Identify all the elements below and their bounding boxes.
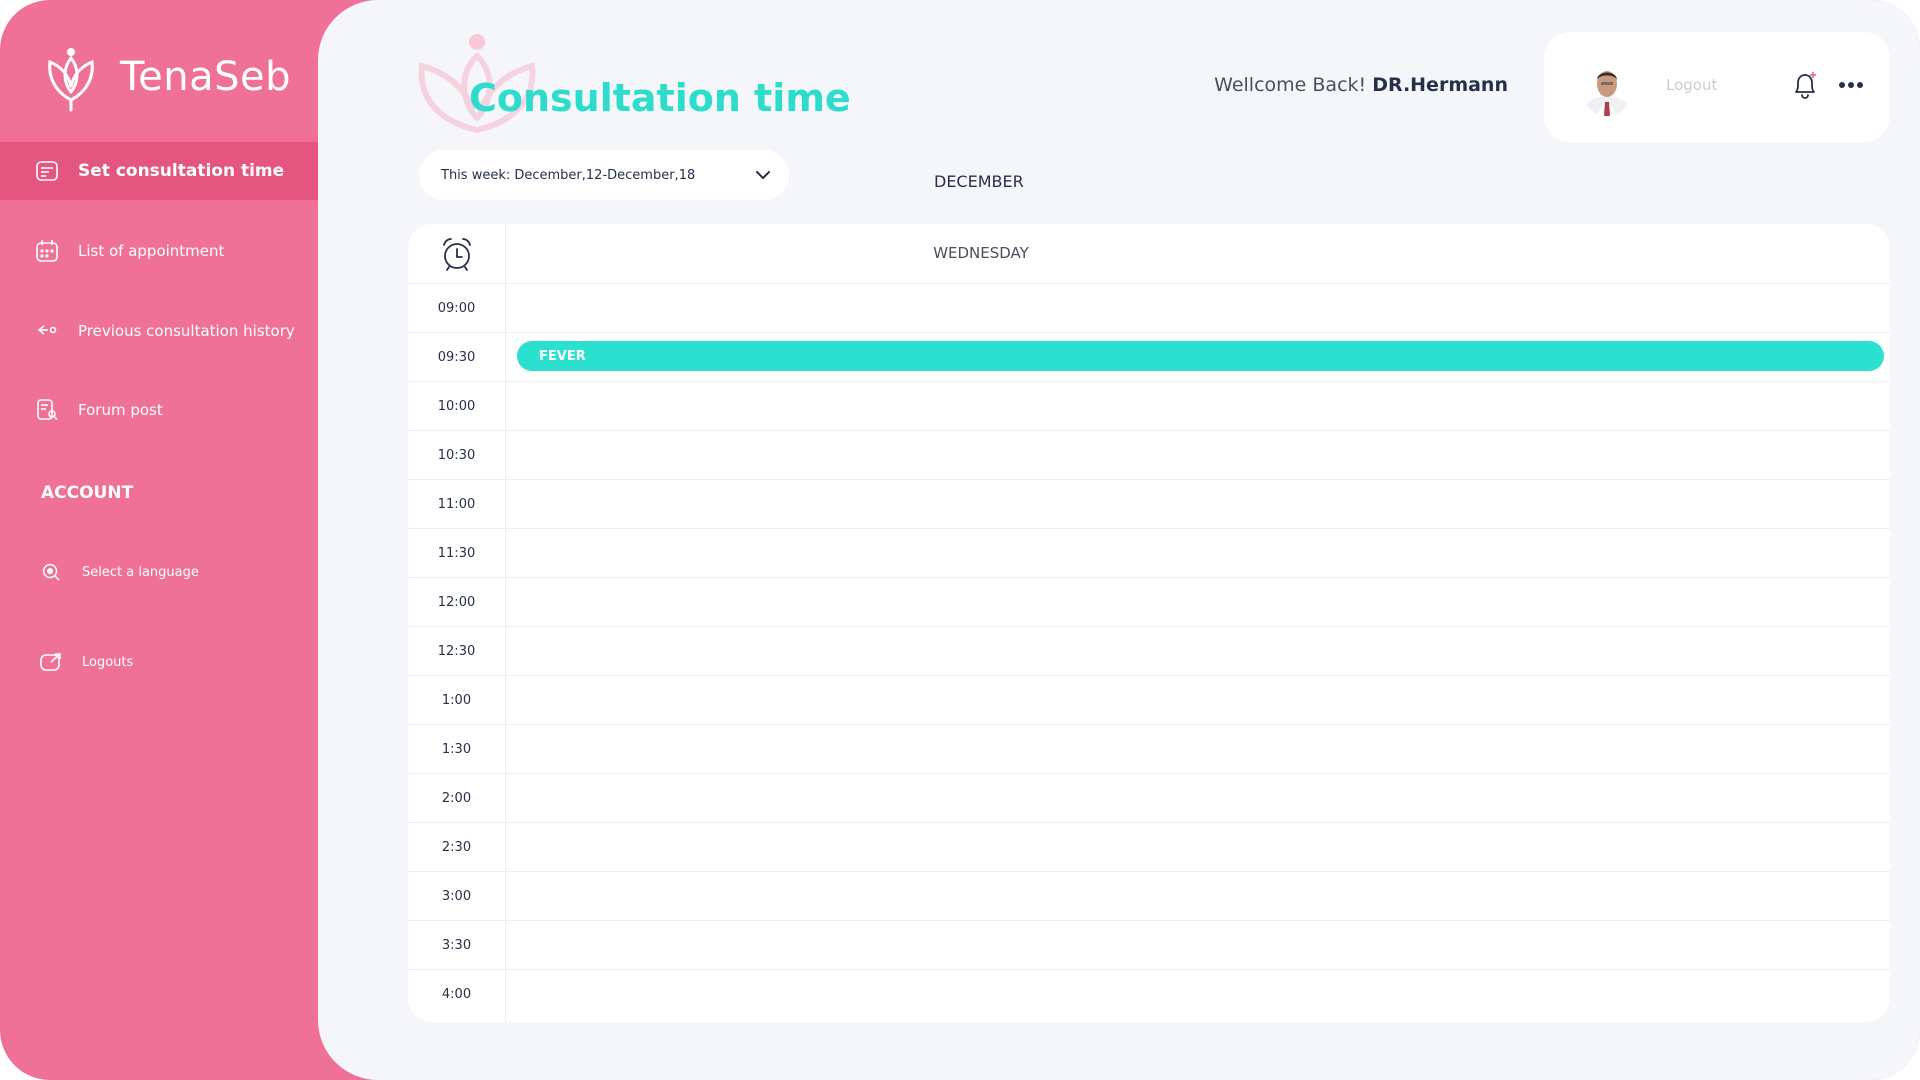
more-options-icon[interactable]: [1836, 70, 1866, 100]
time-slot-row[interactable]: 3:30: [408, 921, 1890, 970]
brand[interactable]: TenaSeb: [36, 42, 291, 112]
time-slot-row[interactable]: 12:30: [408, 627, 1890, 676]
time-label: 11:00: [437, 497, 476, 512]
bell-icon[interactable]: [1790, 70, 1820, 102]
sidebar-item-label: Select a language: [82, 564, 199, 580]
time-slot-row[interactable]: 11:00: [408, 480, 1890, 529]
time-slot-row[interactable]: 2:30: [408, 823, 1890, 872]
week-select-value: This week: December,12-December,18: [441, 167, 696, 183]
time-label: 1:30: [441, 742, 472, 757]
time-slot-row[interactable]: 3:00: [408, 872, 1890, 921]
lotus-logo-icon: [48, 48, 94, 112]
time-label: 1:00: [441, 693, 472, 708]
doctor-name: DR.Hermann: [1372, 74, 1508, 96]
sidebar-item-list-of-appointment[interactable]: List of appointment: [0, 222, 318, 280]
schedule-icon: [34, 158, 60, 184]
appointment-event[interactable]: FEVER: [517, 341, 1884, 371]
forum-icon: [34, 397, 60, 423]
sidebar-item-forum-post[interactable]: Forum post: [0, 381, 318, 439]
time-label: 11:30: [437, 546, 476, 561]
sidebar-item-label: Logouts: [82, 654, 134, 670]
time-label: 10:00: [437, 399, 476, 414]
logout-link[interactable]: Logout: [1666, 76, 1717, 94]
time-label: 09:30: [437, 350, 476, 365]
brand-name: TenaSeb: [120, 54, 291, 100]
time-slot-row[interactable]: 12:00: [408, 578, 1890, 627]
time-slot-row[interactable]: 2:00: [408, 774, 1890, 823]
language-icon: [38, 559, 64, 585]
sidebar-item-label: Previous consultation history: [78, 322, 295, 340]
time-slot-row[interactable]: 4:00: [408, 970, 1890, 1019]
schedule-calendar: WEDNESDAY 09:00 09:30 FEVER 10:00 10:30 11:00…: [408, 224, 1890, 1022]
sidebar-item-label: Set consultation time: [78, 161, 285, 181]
clock-cell: [408, 224, 505, 284]
time-label: 12:30: [437, 644, 476, 659]
calendar-icon: [34, 238, 60, 264]
time-label: 2:30: [441, 840, 472, 855]
account-section-label: ACCOUNT: [41, 483, 134, 503]
sidebar-item-select-language[interactable]: Select a language: [0, 543, 318, 601]
sidebar-item-logouts[interactable]: Logouts: [0, 633, 318, 691]
welcome-message: Wellcome Back! DR.Hermann: [1214, 74, 1508, 96]
time-slots: 09:00 09:30 FEVER 10:00 10:30 11:00 11:30 12:00…: [408, 284, 1890, 1019]
time-label: 3:30: [441, 938, 472, 953]
calendar-header: WEDNESDAY: [408, 224, 1890, 284]
app-window: TenaSeb Set consultation time List of ap…: [0, 0, 1920, 1080]
time-slot-row[interactable]: 1:00: [408, 676, 1890, 725]
sidebar-item-previous-consultation-history[interactable]: Previous consultation history: [0, 302, 318, 360]
time-label: 4:00: [441, 987, 472, 1002]
alarm-clock-icon: [442, 238, 471, 271]
page-title: Consultation time: [469, 76, 851, 120]
sidebar-item-label: List of appointment: [78, 242, 225, 260]
avatar[interactable]: [1582, 60, 1632, 116]
time-slot-row[interactable]: 09:00: [408, 284, 1890, 333]
time-slot-row[interactable]: 09:30 FEVER: [408, 333, 1890, 382]
day-column-header: WEDNESDAY: [933, 244, 1029, 262]
time-label: 12:00: [437, 595, 476, 610]
sidebar-item-label: Forum post: [78, 401, 163, 419]
chevron-down-icon: [756, 171, 770, 179]
main-content: Consultation time Wellcome Back! DR.Herm…: [318, 0, 1920, 1080]
time-label: 09:00: [437, 301, 476, 316]
time-slot-row[interactable]: 10:30: [408, 431, 1890, 480]
time-label: 2:00: [441, 791, 472, 806]
sidebar-item-set-consultation-time[interactable]: Set consultation time: [0, 142, 318, 200]
time-slot-row[interactable]: 10:00: [408, 382, 1890, 431]
logout-icon: [38, 649, 64, 675]
sidebar: TenaSeb Set consultation time List of ap…: [0, 0, 318, 1080]
profile-card: Logout: [1544, 32, 1890, 142]
history-icon: [34, 318, 60, 344]
time-slot-row[interactable]: 1:30: [408, 725, 1890, 774]
time-label: 3:00: [441, 889, 472, 904]
time-slot-row[interactable]: 11:30: [408, 529, 1890, 578]
month-label: DECEMBER: [934, 172, 1024, 191]
week-select-dropdown[interactable]: This week: December,12-December,18: [419, 150, 789, 200]
welcome-prefix: Wellcome Back!: [1214, 74, 1367, 96]
time-label: 10:30: [437, 448, 476, 463]
